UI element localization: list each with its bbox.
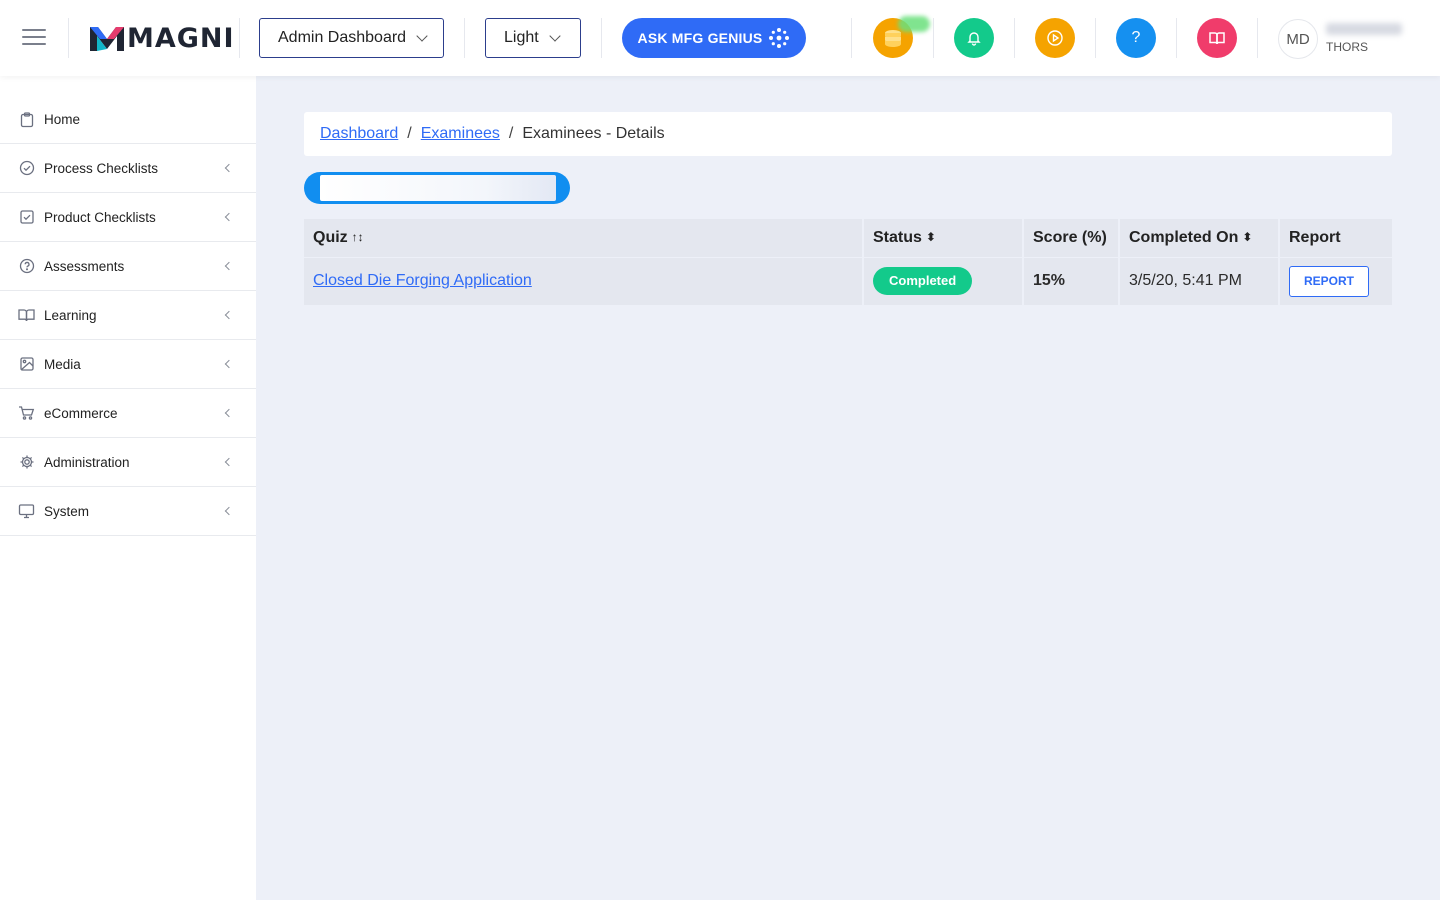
check-square-icon: [18, 209, 35, 226]
help-button[interactable]: ?: [1116, 18, 1156, 58]
redacted-name: [320, 175, 556, 201]
sidebar-item-media[interactable]: Media: [0, 340, 256, 389]
header-divider: [1257, 18, 1258, 58]
dashboard-select[interactable]: Admin Dashboard: [259, 18, 444, 58]
sidebar-item-label: Learning: [44, 307, 97, 323]
breadcrumb-link-examinees[interactable]: Examinees: [421, 125, 500, 143]
question-icon: ?: [1131, 29, 1141, 46]
monitor-icon: [18, 503, 35, 520]
header-divider: [464, 18, 465, 58]
examinee-name-pill-redacted: [304, 172, 570, 204]
chevron-left-icon: [224, 261, 234, 271]
settings-icon: [18, 454, 35, 471]
header-divider: [1176, 18, 1177, 58]
table-header-row: Quiz ↑↕ Status ⬍ Score (%) Completed On ⬍ R…: [304, 219, 1392, 257]
chevron-left-icon: [224, 163, 234, 173]
quiz-results-table: Quiz ↑↕ Status ⬍ Score (%) Completed On ⬍ R…: [304, 219, 1392, 305]
status-badge: Completed: [873, 267, 973, 296]
chevron-left-icon: [224, 310, 234, 320]
quiz-link[interactable]: Closed Die Forging Application: [313, 272, 532, 289]
sidebar-item-learning[interactable]: Learning: [0, 291, 256, 340]
user-initials: MD: [1286, 30, 1310, 48]
hamburger-menu-icon[interactable]: [22, 29, 46, 47]
sidebar-item-label: eCommerce: [44, 405, 118, 421]
chevron-down-icon: [416, 30, 428, 42]
sparkle-icon: [769, 28, 790, 48]
video-button[interactable]: [1035, 18, 1075, 58]
report-button[interactable]: REPORT: [1289, 265, 1370, 297]
sidebar-item-label: Home: [44, 112, 81, 127]
sort-asc-icon: ↑↕: [351, 229, 364, 244]
sidebar-item-ecommerce[interactable]: eCommerce: [0, 389, 256, 438]
user-avatar[interactable]: MD: [1278, 19, 1318, 59]
sidebar-item-label: Assessments: [44, 258, 125, 274]
chevron-left-icon: [224, 359, 234, 369]
sidebar-item-home[interactable]: Home: [0, 96, 256, 144]
header-divider: [851, 18, 852, 58]
column-header-quiz[interactable]: Quiz ↑↕: [304, 219, 864, 257]
sidebar-item-assessments[interactable]: Assessments: [0, 242, 256, 291]
book-open-icon: [18, 307, 35, 324]
column-header-status[interactable]: Status ⬍: [863, 219, 1024, 257]
logo-text: MAGNI: [127, 22, 235, 54]
sort-icon: ⬍: [1242, 229, 1253, 244]
top-header: MAGNI Admin Dashboard Light ASK MFG GENI…: [0, 0, 1440, 76]
breadcrumb-separator: /: [508, 125, 514, 142]
sidebar-item-label: Product Checklists: [44, 209, 156, 225]
chevron-down-icon: [549, 30, 561, 42]
magni-logo-mark-icon: [90, 27, 124, 51]
sidebar-item-process-checklists[interactable]: Process Checklists: [0, 144, 256, 193]
dashboard-select-value: Admin Dashboard: [278, 29, 407, 46]
coins-icon: [885, 30, 901, 47]
sidebar-item-label: Media: [44, 356, 81, 372]
breadcrumb: Dashboard / Examinees / Examinees - Deta…: [304, 112, 1392, 156]
column-header-report: Report: [1279, 219, 1392, 257]
header-divider: [68, 18, 69, 58]
image-icon: [18, 356, 35, 373]
book-icon: [1209, 32, 1225, 45]
help-circle-icon: [18, 258, 35, 275]
chevron-left-icon: [224, 457, 234, 467]
column-header-score: Score (%): [1023, 219, 1120, 257]
docs-button[interactable]: [1197, 18, 1237, 58]
breadcrumb-current: Examinees - Details: [522, 125, 665, 142]
coins-badge: [898, 16, 930, 32]
header-divider: [1014, 18, 1015, 58]
score-value: 15%: [1033, 272, 1066, 290]
table-row: Closed Die Forging Application Completed…: [304, 256, 1392, 305]
sidebar-item-product-checklists[interactable]: Product Checklists: [0, 193, 256, 242]
user-company: THORS: [1326, 40, 1368, 54]
header-divider: [239, 18, 240, 58]
theme-select[interactable]: Light: [485, 18, 581, 58]
chevron-left-icon: [224, 506, 234, 516]
bell-icon: [967, 32, 981, 46]
sidebar-item-label: System: [44, 503, 90, 519]
magni-logo[interactable]: MAGNI: [90, 22, 235, 54]
completed-on-value: 3/5/20, 5:41 PM: [1129, 272, 1242, 290]
sidebar-item-system[interactable]: System: [0, 487, 256, 536]
ask-button-label: ASK MFG GENIUS: [637, 30, 763, 46]
sidebar-item-label: Process Checklists: [44, 160, 159, 176]
theme-select-value: Light: [504, 29, 539, 46]
chevron-left-icon: [224, 408, 234, 418]
play-circle-icon: [1047, 30, 1063, 46]
notifications-button[interactable]: [954, 18, 994, 58]
cart-icon: [18, 405, 35, 422]
sidebar: Home Process Checklists Product Checklis…: [0, 76, 256, 900]
header-divider: [933, 18, 934, 58]
clipboard-icon: [18, 111, 35, 128]
ask-mfg-genius-button[interactable]: ASK MFG GENIUS: [622, 18, 806, 58]
header-divider: [1095, 18, 1096, 58]
user-name-redacted: [1326, 23, 1402, 35]
sort-icon: ⬍: [925, 229, 936, 244]
header-divider: [601, 18, 602, 58]
column-header-completed-on[interactable]: Completed On ⬍: [1119, 219, 1280, 257]
sidebar-item-administration[interactable]: Administration: [0, 438, 256, 487]
check-circle-icon: [18, 160, 35, 177]
breadcrumb-separator: /: [407, 125, 412, 142]
chevron-left-icon: [224, 212, 234, 222]
breadcrumb-link-dashboard[interactable]: Dashboard: [320, 125, 398, 143]
sidebar-item-label: Administration: [44, 454, 130, 470]
